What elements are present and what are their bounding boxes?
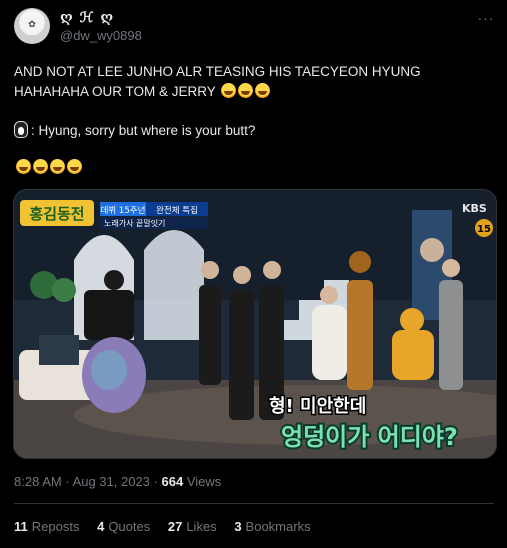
views-label: Views — [186, 474, 222, 489]
tweet-text-line2: : Hyung, sorry but where is your butt? — [14, 121, 494, 141]
reposts-count: 11 — [14, 519, 28, 534]
meta-separator: · — [153, 474, 162, 489]
tweet-quote-text: : Hyung, sorry but where is your butt? — [31, 123, 256, 138]
show-logo-text: 홍김동전 — [29, 205, 84, 223]
banner-badge: 데뷔 15주년 — [101, 205, 146, 216]
likes-count: 27 — [167, 519, 183, 534]
tweet-meta: 8:28 AM · Aug 31, 2023 · 664 Views — [14, 474, 221, 489]
show-logo: 홍김동전 — [20, 200, 94, 226]
likes-stat[interactable]: 27 Likes — [168, 519, 217, 534]
avatar-image-icon: ✿ — [28, 20, 36, 30]
tweet-text: AND NOT AT LEE JUNHO ALR TEASING HIS TAE… — [14, 64, 421, 99]
penguin-emoji-icon — [14, 121, 28, 138]
broadcaster-logo: KBS — [462, 202, 487, 215]
rofl-emoji-icon — [238, 83, 254, 98]
bookmarks-label: Bookmarks — [245, 519, 311, 534]
reposts-label: Reposts — [31, 519, 80, 534]
tweet-time[interactable]: 8:28 AM — [14, 474, 62, 489]
tweet-media-image[interactable]: 홍김동전 데뷔 15주년 완전체 특집 노래가사 끝말잇기 KBS 15 형! … — [13, 189, 497, 459]
rating-badge: 15 — [477, 224, 491, 235]
rofl-emoji-icon — [255, 83, 271, 98]
subtitle-line1: 형! 미안한데 — [269, 396, 366, 417]
avatar[interactable]: ✿ — [14, 8, 50, 44]
rofl-emoji-icon — [221, 83, 237, 98]
rofl-emoji-icon — [50, 159, 65, 174]
tweet: ✿ ღ ℋ ღ @dw_wy0898 ··· AND NOT AT LEE JU… — [0, 0, 507, 548]
laughing-emoji-icon — [16, 159, 31, 174]
quotes-stat[interactable]: 4 Quotes — [97, 519, 150, 534]
reposts-stat[interactable]: 11 Reposts — [14, 519, 79, 534]
quotes-count: 4 — [97, 519, 105, 534]
rofl-emoji-icon — [33, 159, 48, 174]
engagement-stats: 11 Reposts 4 Quotes 27 Likes 3 Bookmarks — [14, 519, 325, 534]
more-options-icon[interactable]: ··· — [476, 10, 496, 26]
bookmarks-stat[interactable]: 3 Bookmarks — [234, 519, 310, 534]
tweet-date[interactable]: Aug 31, 2023 — [73, 474, 150, 489]
tweet-text-line1: AND NOT AT LEE JUNHO ALR TEASING HIS TAE… — [14, 62, 494, 102]
subtitle-line2: 엉덩이가 어디야? — [281, 423, 458, 451]
bookmarks-count: 3 — [234, 519, 242, 534]
likes-label: Likes — [186, 519, 217, 534]
display-name[interactable]: ღ ℋ ღ — [60, 10, 114, 26]
banner-sub: 노래가사 끝말잇기 — [104, 218, 165, 228]
tv-screenshot: 홍김동전 데뷔 15주년 완전체 특집 노래가사 끝말잇기 KBS 15 형! … — [14, 190, 496, 458]
user-handle[interactable]: @dw_wy0898 — [60, 28, 142, 43]
banner-text: 완전체 특집 — [156, 205, 198, 216]
divider — [14, 503, 494, 504]
views-count: 664 — [161, 474, 184, 489]
rofl-emoji-icon — [67, 159, 82, 174]
quotes-label: Quotes — [108, 519, 151, 534]
tweet-text-line3 — [14, 158, 494, 178]
meta-separator: · — [65, 474, 73, 489]
program-banner: 데뷔 15주년 완전체 특집 노래가사 끝말잇기 — [100, 202, 208, 229]
